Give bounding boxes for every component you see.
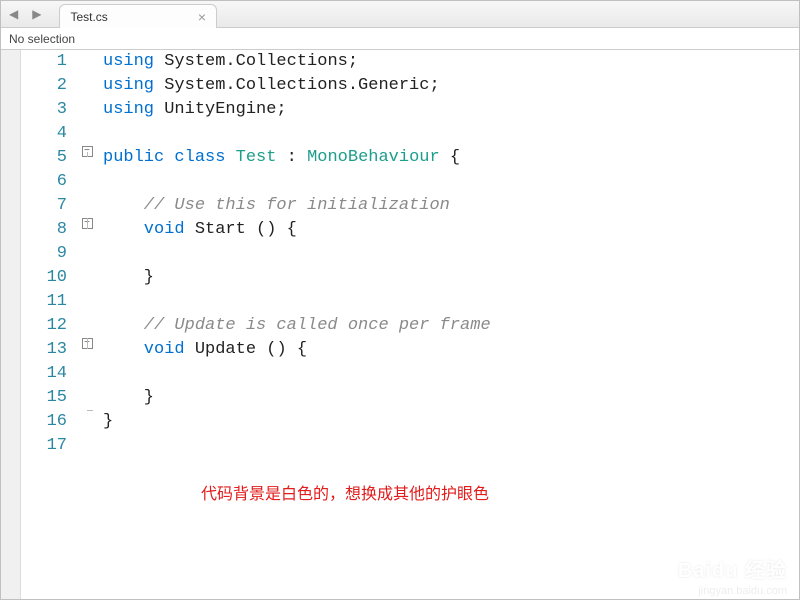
file-tab-label: Test.cs [70,10,107,24]
line-number: 4 [21,122,77,146]
code-line: 7 // Use this for initialization [21,194,799,218]
code-line: 5 − public class Test : MonoBehaviour { [21,146,799,170]
code-line: 2 using System.Collections.Generic; [21,74,799,98]
line-number: 10 [21,266,77,290]
line-number: 2 [21,74,77,98]
code-line: 10 } [21,266,799,290]
line-number: 7 [21,194,77,218]
line-number: 1 [21,50,77,74]
breadcrumb[interactable]: No selection [1,28,799,50]
watermark-logo: Baidu 经验 [678,554,787,583]
line-number: 11 [21,290,77,314]
line-number: 12 [21,314,77,338]
line-number: 6 [21,170,77,194]
nav-forward-icon[interactable]: ▶ [32,7,41,21]
line-number: 9 [21,242,77,266]
code-line: 16 } [21,410,799,434]
code-line: 13 − void Update () { [21,338,799,362]
line-number: 15 [21,386,77,410]
line-number: 5 [21,146,77,170]
line-number: 13 [21,338,77,362]
code-line: 17 [21,434,799,458]
editor: 1 using System.Collections; 2 using Syst… [1,50,799,599]
code-line: 9 [21,242,799,266]
file-tab[interactable]: Test.cs × [59,4,217,28]
code-lines: 1 using System.Collections; 2 using Syst… [21,50,799,458]
code-line: 1 using System.Collections; [21,50,799,74]
code-area[interactable]: 1 using System.Collections; 2 using Syst… [21,50,799,599]
code-line: 4 [21,122,799,146]
code-line: 15 } [21,386,799,410]
code-line: 6 [21,170,799,194]
line-number: 14 [21,362,77,386]
line-number: 17 [21,434,77,458]
code-line: 8 − void Start () { [21,218,799,242]
code-line: 11 [21,290,799,314]
code-line: 3 using UnityEngine; [21,98,799,122]
code-line: 12 // Update is called once per frame [21,314,799,338]
line-number: 16 [21,410,77,434]
watermark-url: jingyan.baidu.com [698,585,787,597]
tab-bar: ◀ ▶ Test.cs × [1,1,799,28]
nav-arrows: ◀ ▶ [1,1,49,27]
line-number: 3 [21,98,77,122]
annotation-text: 代码背景是白色的，想换成其他的护眼色 [201,480,489,504]
close-icon[interactable]: × [198,9,206,25]
breadcrumb-text: No selection [9,32,75,46]
left-gutter [1,50,21,599]
line-number: 8 [21,218,77,242]
nav-back-icon[interactable]: ◀ [9,7,18,21]
code-line: 14 [21,362,799,386]
